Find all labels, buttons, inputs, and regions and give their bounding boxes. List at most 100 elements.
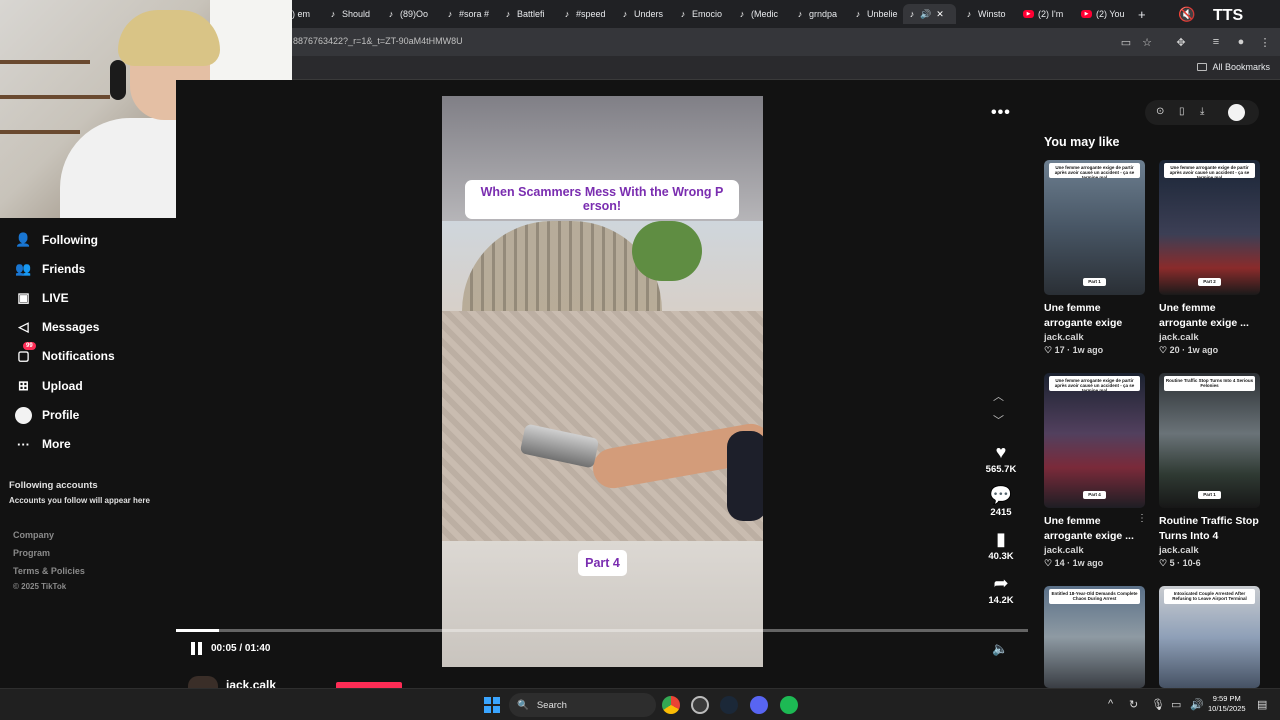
footer-copyright: © 2025 TikTok xyxy=(13,582,67,591)
notifications-icon: ▢ 99 xyxy=(15,341,36,365)
recommended-card[interactable]: Une femme arrogante exige de partir aprè… xyxy=(1159,160,1260,356)
video-progress-bar[interactable] xyxy=(176,629,1028,632)
url-field[interactable]: 8876763422?_r=1&_t=ZT-90aM4tHMW8U xyxy=(293,36,463,46)
download-icon[interactable]: ⤓ xyxy=(1200,106,1204,117)
coin-icon[interactable]: ⊙ xyxy=(1156,106,1164,117)
extensions-icon[interactable]: ✥ xyxy=(1174,35,1188,49)
browser-tab[interactable]: ♪ #speed xyxy=(562,4,606,24)
screen: ) em ♪ Should ♪ (89)Oo ♪ #sora # ♪ Battlefi … xyxy=(0,0,1280,720)
recommended-card[interactable]: Une femme arrogante exige de partir aprè… xyxy=(1044,373,1147,569)
card-thumbnail: Une femme arrogante exige de partir aprè… xyxy=(1044,160,1145,295)
thumbnail-banner: Une femme arrogante exige de partir aprè… xyxy=(1049,376,1140,391)
tiktok-icon: ♪ xyxy=(622,9,628,19)
browser-tab[interactable]: ♪ Unbelie xyxy=(853,4,898,24)
microphone-icon[interactable]: 🎙 xyxy=(1151,698,1165,711)
browser-tab[interactable]: ♪ Should xyxy=(328,4,370,24)
thumbnail-banner: Entitled 18-Year-Old Demands Complete Ch… xyxy=(1049,589,1140,604)
pause-button[interactable] xyxy=(191,642,203,656)
tiktok-icon: ♪ xyxy=(966,9,972,19)
comment-button[interactable]: 💬 2415 xyxy=(982,485,1020,518)
cast-icon[interactable]: ▭ xyxy=(1119,35,1133,49)
webcam-shelf xyxy=(0,60,90,64)
chevron-up-icon[interactable]: ︿ xyxy=(993,388,1004,404)
network-icon[interactable]: ▭ xyxy=(1171,698,1181,711)
browser-tab[interactable]: ♪ #sora # xyxy=(445,4,489,24)
browser-tab-active[interactable]: ♪ 🔊 ✕ xyxy=(903,4,956,24)
save-count: 40.3K xyxy=(988,551,1014,562)
kebab-menu-icon[interactable]: ⋮ xyxy=(1258,35,1272,49)
sidebar-item-more[interactable]: ··· More xyxy=(15,434,71,454)
taskbar-clock[interactable]: 9:59 PM 10/15/2025 xyxy=(1208,694,1246,714)
windows-start-icon[interactable] xyxy=(484,697,500,713)
browser-tab[interactable]: ♪ grndpa xyxy=(795,4,837,24)
sidebar-item-upload[interactable]: ⊞ Upload xyxy=(15,376,83,396)
sidebar-item-following[interactable]: 👤 Following xyxy=(15,230,98,250)
webcam-shelf xyxy=(0,95,110,99)
tiktok-icon: ♪ xyxy=(739,9,745,19)
user-avatar[interactable] xyxy=(1228,104,1245,121)
footer-link-terms[interactable]: Terms & Policies xyxy=(13,566,85,576)
browser-tab[interactable]: ▶ (2) I'm xyxy=(1023,4,1063,24)
notification-center-icon[interactable]: ▤ xyxy=(1257,698,1267,711)
tray-chevron-up-icon[interactable]: ^ xyxy=(1108,698,1113,710)
video-time: 00:05 / 01:40 xyxy=(211,643,271,654)
youtube-icon: ▶ xyxy=(1023,10,1034,18)
share-button[interactable]: ➦ 14.2K xyxy=(982,573,1020,606)
new-tab-icon[interactable]: + xyxy=(1138,4,1146,24)
browser-tab[interactable]: ♪ Emocio xyxy=(678,4,722,24)
tiktok-sidebar: 👤 Following 👥 Friends ▣ LIVE ◁ Messages ▢ 99 N… xyxy=(0,218,176,688)
media-icon[interactable]: ≡ xyxy=(1209,35,1223,49)
taskbar-search[interactable]: 🔍 Search xyxy=(509,693,656,717)
speaker-icon[interactable]: 🔊 xyxy=(1190,698,1204,711)
sidebar-item-live[interactable]: ▣ LIVE xyxy=(15,288,68,308)
share-count: 14.2K xyxy=(988,595,1014,606)
share-icon: ➦ xyxy=(993,573,1009,593)
steam-icon[interactable] xyxy=(720,696,738,714)
recommended-card[interactable]: Une femme arrogante exige de partir aprè… xyxy=(1044,160,1145,356)
close-icon[interactable]: ✕ xyxy=(935,9,945,19)
sidebar-item-profile[interactable]: Profile xyxy=(15,405,79,425)
footer-link-program[interactable]: Program xyxy=(13,548,50,558)
card-menu-icon[interactable]: ⋮ xyxy=(1137,513,1147,524)
browser-tab[interactable]: ♪ Unders xyxy=(620,4,663,24)
more-icon: ··· xyxy=(17,436,30,452)
notifications-badge: 99 xyxy=(23,341,36,350)
tiktok-icon: ♪ xyxy=(564,9,570,19)
star-icon[interactable]: ☆ xyxy=(1140,35,1154,49)
save-button[interactable]: ▮ 40.3K xyxy=(982,529,1020,562)
video-scene xyxy=(442,221,763,541)
muted-speaker-icon: 🔇 xyxy=(1178,5,1196,22)
sidebar-item-messages[interactable]: ◁ Messages xyxy=(15,317,100,337)
device-icon[interactable]: ▯ xyxy=(1179,106,1185,117)
obs-icon[interactable] xyxy=(691,696,709,714)
like-button[interactable]: ♥ 565.7K xyxy=(982,442,1020,475)
browser-tab[interactable]: ▶ (2) You xyxy=(1081,4,1125,24)
browser-tab[interactable]: ♪ Battlefi xyxy=(503,4,545,24)
tiktok-icon: ♪ xyxy=(505,9,511,19)
card-title: Une femme arrogante exige ... xyxy=(1159,302,1249,329)
profile-avatar-icon[interactable]: ● xyxy=(1234,35,1248,49)
browser-tab[interactable]: ♪ (Medic xyxy=(737,4,778,24)
discord-icon[interactable] xyxy=(750,696,768,714)
recommended-card[interactable]: Intoxicated Couple Arrested After Refusi… xyxy=(1159,586,1260,688)
browser-tab[interactable]: ) em xyxy=(292,4,310,24)
recommended-card[interactable]: Routine Traffic Stop Turns Into 4 Seriou… xyxy=(1159,373,1260,569)
browser-tab[interactable]: ♪ (89)Oo xyxy=(386,4,428,24)
browser-tab[interactable]: ♪ Winsto xyxy=(964,4,1006,24)
sidebar-item-notifications[interactable]: ▢ 99 Notifications xyxy=(15,341,115,366)
tray-sync-icon[interactable]: ↻ xyxy=(1129,698,1138,711)
chrome-icon[interactable] xyxy=(662,696,680,714)
footer-link-company[interactable]: Company xyxy=(13,530,54,540)
all-bookmarks-button[interactable]: All Bookmarks xyxy=(1197,62,1270,72)
tiktok-icon: ♪ xyxy=(447,9,453,19)
chevron-down-icon[interactable]: ﹀ xyxy=(993,412,1004,428)
sleeve-image xyxy=(727,431,763,521)
thumbnail-banner: Routine Traffic Stop Turns Into 4 Seriou… xyxy=(1164,376,1255,391)
sidebar-item-friends[interactable]: 👥 Friends xyxy=(15,259,85,279)
spotify-icon[interactable] xyxy=(780,696,798,714)
thumbnail-part-label: Part 1 xyxy=(1198,491,1221,499)
video-frame[interactable]: When Scammers Mess With the Wrong P erso… xyxy=(442,96,763,667)
more-options-icon[interactable]: ••• xyxy=(991,104,1011,122)
recommended-card[interactable]: Entitled 18-Year-Old Demands Complete Ch… xyxy=(1044,586,1145,688)
volume-icon[interactable]: 🔈 xyxy=(992,641,1010,657)
